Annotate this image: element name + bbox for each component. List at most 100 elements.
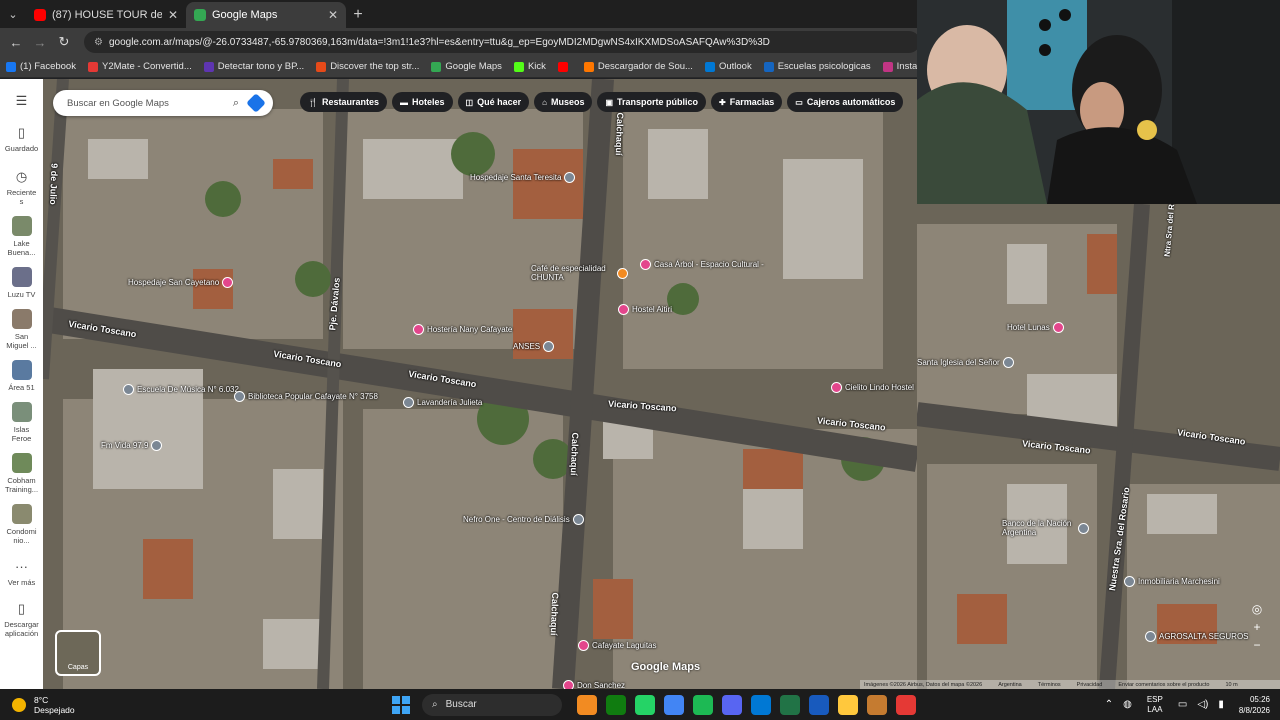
poi-marker[interactable]: Santa Iglesia del Señor: [917, 357, 1017, 368]
directions-icon[interactable]: [246, 93, 266, 113]
category-chip[interactable]: ▣ Transporte público: [597, 92, 707, 112]
poi-marker[interactable]: Biblioteca Popular Cafayate N° 3758: [234, 391, 378, 402]
poi-marker[interactable]: AGROSALTA SEGUROS: [1145, 631, 1249, 642]
taskbar-app-icon[interactable]: [808, 694, 829, 715]
taskbar-app-icon[interactable]: [576, 694, 597, 715]
poi-marker[interactable]: Casa Árbol - Espacio Cultural -: [640, 259, 764, 270]
network-icon[interactable]: ▭: [1178, 699, 1187, 710]
attribution-item[interactable]: Argentina: [998, 682, 1022, 688]
language-indicator[interactable]: ESP LAA: [1147, 695, 1163, 715]
poi-marker[interactable]: Cielito Lindo Hostel: [831, 382, 914, 393]
weather-widget[interactable]: 8°C Despejado: [12, 695, 392, 715]
tab-search-dropdown[interactable]: ⌄: [0, 0, 26, 28]
poi-marker[interactable]: Hostería Nany Cafayate: [413, 324, 512, 335]
taskbar-app-icon[interactable]: [605, 694, 626, 715]
satellite-map-right[interactable]: Vicario Toscano Vicario Toscano Nuestra …: [917, 204, 1280, 689]
mic-icon[interactable]: ◍: [1123, 699, 1132, 710]
maps-search-box[interactable]: Buscar en Google Maps ⌕: [53, 90, 273, 116]
bookmark-item[interactable]: Kick: [513, 61, 546, 72]
bookmark-item[interactable]: Detectar tono y BP...: [203, 61, 304, 72]
category-chip[interactable]: ⌂ Museos: [534, 92, 593, 112]
recent-place[interactable]: San Miguel ...: [0, 309, 43, 350]
volume-icon[interactable]: ◁): [1197, 699, 1208, 710]
bookmark-item[interactable]: (1) Facebook: [6, 61, 76, 72]
search-input[interactable]: Buscar en Google Maps: [67, 98, 233, 109]
bookmark-item[interactable]: Google Maps: [431, 61, 502, 72]
reload-button[interactable]: ↻: [52, 34, 76, 50]
bookmark-item[interactable]: Discover the top str...: [316, 61, 419, 72]
category-chip[interactable]: 🍴 Restaurantes: [300, 92, 387, 112]
poi-marker[interactable]: Hospedaje Santa Teresita: [470, 172, 578, 183]
taskbar-app-icon[interactable]: [692, 694, 713, 715]
recent-button[interactable]: ◷ Reciente s: [0, 169, 43, 206]
recent-place[interactable]: Lake Buena...: [0, 216, 43, 257]
clock-time: 05:26: [1249, 694, 1270, 704]
poi-marker[interactable]: Lavandería Julieta: [403, 397, 482, 408]
back-button[interactable]: ←: [4, 35, 28, 50]
taskbar-app-icon[interactable]: [750, 694, 771, 715]
layers-button[interactable]: Capas: [55, 630, 101, 676]
poi-marker[interactable]: ANSES: [513, 341, 557, 352]
poi-marker[interactable]: Cafayate Laguitas: [578, 640, 657, 651]
poi-marker[interactable]: Don Sanchez: [563, 680, 625, 689]
zoom-in-button[interactable]: +: [1248, 618, 1266, 636]
taskbar-app-icon[interactable]: [837, 694, 858, 715]
poi-marker[interactable]: Fm Vida 97.9: [101, 440, 165, 451]
category-chip[interactable]: ✚ Farmacias: [711, 92, 783, 112]
poi-marker[interactable]: Café de especialidad CHUNTA: [531, 264, 631, 282]
attribution-item[interactable]: 10 m: [1225, 682, 1237, 688]
close-tab-icon[interactable]: ✕: [328, 8, 338, 22]
poi-marker[interactable]: Hospedaje San Cayetano: [128, 277, 236, 288]
tab-google-maps[interactable]: Google Maps ✕: [186, 2, 346, 28]
poi-marker[interactable]: Nefro One - Centro de Diálisis: [463, 514, 587, 525]
zoom-out-button[interactable]: −: [1248, 636, 1266, 654]
poi-label: Hostería Nany Cafayate: [427, 325, 513, 334]
attribution-item[interactable]: Enviar comentarios sobre el producto: [1118, 682, 1209, 688]
recent-place[interactable]: Condomi nio...: [0, 504, 43, 545]
taskbar-app-icon[interactable]: [663, 694, 684, 715]
taskbar-app-icon[interactable]: [779, 694, 800, 715]
download-app-button[interactable]: ▯ Descargar aplicación: [0, 601, 43, 638]
bookmark-item[interactable]: Y2Mate - Convertid...: [87, 61, 192, 72]
clock[interactable]: 05:26 8/8/2026: [1239, 694, 1270, 716]
taskbar-app-icon[interactable]: [895, 694, 916, 715]
category-chip[interactable]: ▬ Hoteles: [392, 92, 453, 112]
bookmark-item[interactable]: [557, 61, 572, 72]
search-icon[interactable]: ⌕: [233, 97, 239, 110]
chevron-up-icon[interactable]: ⌃: [1105, 699, 1113, 710]
battery-icon[interactable]: ▮: [1218, 699, 1224, 710]
menu-button[interactable]: ☰: [0, 93, 43, 109]
recent-place-label: Área 51: [8, 383, 35, 392]
poi-marker[interactable]: Banco de la Nación Argentina: [1002, 519, 1092, 537]
site-info-icon[interactable]: ⚙: [94, 37, 103, 48]
more-button[interactable]: ··· Ver más: [0, 559, 43, 587]
taskbar-search[interactable]: ⌕ Buscar: [422, 693, 562, 716]
tab-youtube[interactable]: (87) HOUSE TOUR de mi NUEVA ✕: [26, 2, 186, 28]
attribution-item[interactable]: Privacidad: [1077, 682, 1103, 688]
forward-button[interactable]: →: [28, 35, 52, 50]
poi-marker[interactable]: Hotel Lunas: [1007, 322, 1067, 333]
recent-place[interactable]: Luzu TV: [0, 267, 43, 299]
close-tab-icon[interactable]: ✕: [168, 8, 178, 22]
category-chip[interactable]: ◫ Qué hacer: [457, 92, 530, 112]
attribution-item[interactable]: Términos: [1038, 682, 1061, 688]
poi-marker[interactable]: Escuela De Música N° 6.032: [123, 384, 239, 395]
new-tab-button[interactable]: +: [346, 2, 370, 28]
taskbar-app-icon[interactable]: [721, 694, 742, 715]
address-bar[interactable]: ⚙ google.com.ar/maps/@-26.0733487,-65.97…: [84, 31, 920, 53]
my-location-icon[interactable]: ◎: [1248, 600, 1266, 618]
poi-marker[interactable]: Hostel Aitiri: [618, 304, 672, 315]
start-button[interactable]: [392, 695, 410, 714]
saved-button[interactable]: ▯ Guardado: [0, 125, 43, 153]
taskbar-app-icon[interactable]: [634, 694, 655, 715]
poi-marker[interactable]: Inmobiliaria Marchesini: [1124, 576, 1220, 587]
category-chip[interactable]: ▭ Cajeros automáticos: [787, 92, 904, 112]
bookmark-item[interactable]: Descargador de Sou...: [583, 61, 693, 72]
taskbar-app-icon[interactable]: [866, 694, 887, 715]
recent-place[interactable]: Islas Feroe: [0, 402, 43, 443]
recent-place[interactable]: Cobham Training...: [0, 453, 43, 494]
bookmark-item[interactable]: Escuelas psicologicas: [763, 61, 871, 72]
recent-place[interactable]: Área 51: [0, 360, 43, 392]
bookmark-item[interactable]: Outlook: [704, 61, 752, 72]
satellite-map[interactable]: Vicario Toscano Vicario Toscano Vicario …: [43, 79, 917, 689]
